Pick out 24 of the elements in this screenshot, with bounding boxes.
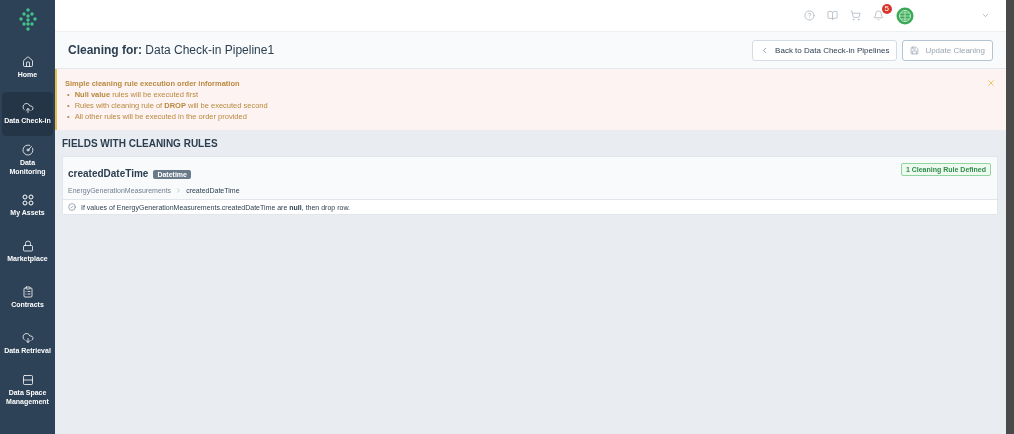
avatar-icon[interactable] <box>896 6 914 25</box>
gauge-icon <box>21 143 34 156</box>
close-icon[interactable] <box>986 78 996 88</box>
home-icon <box>21 56 34 69</box>
cloud-upload-icon <box>21 102 34 115</box>
logo-icon <box>17 8 38 32</box>
grid-icon <box>21 194 34 207</box>
field-name: createdDateTime <box>68 168 149 179</box>
save-icon <box>910 45 920 55</box>
cart-icon[interactable] <box>850 10 861 21</box>
notification-badge: 5 <box>881 4 892 14</box>
help-icon[interactable] <box>804 10 815 21</box>
check-circle-icon <box>68 203 76 211</box>
section-title: FIELDS WITH CLEANING RULES <box>62 138 219 149</box>
chevron-down-icon[interactable] <box>981 11 990 20</box>
book-icon[interactable] <box>827 10 838 21</box>
page-title: Cleaning for: Data Check-in Pipeline1 <box>68 43 276 57</box>
notification-icon[interactable] <box>873 10 884 21</box>
cloud-download-icon <box>21 332 34 345</box>
storage-icon <box>21 373 34 386</box>
lock-icon <box>21 240 34 253</box>
clipboard-icon <box>21 286 34 299</box>
chevron-right-icon <box>175 187 183 194</box>
back-button[interactable]: Back to Data Check-in Pipelines <box>752 39 898 61</box>
